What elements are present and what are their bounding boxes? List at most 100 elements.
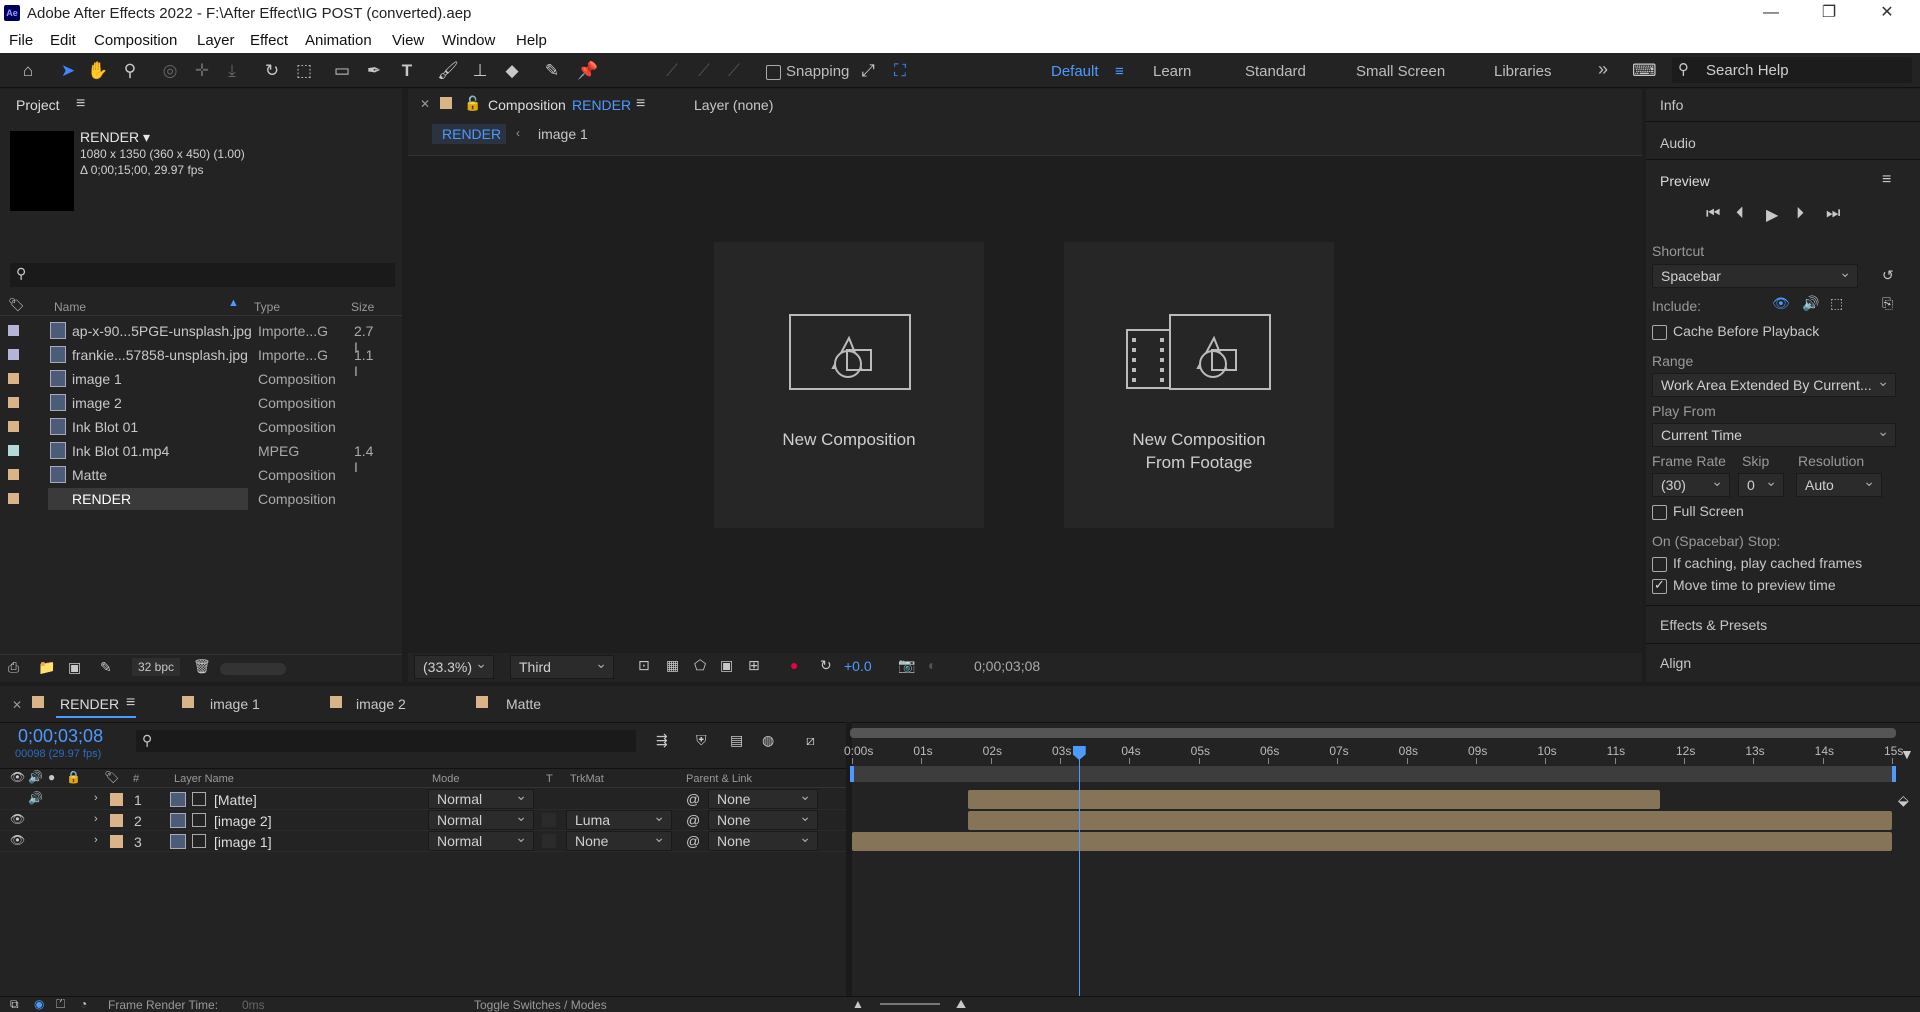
- delete-icon[interactable]: 🗑: [193, 658, 211, 675]
- menu-file[interactable]: File: [9, 32, 33, 49]
- layer-row[interactable]: 👁 › 3 [image 1] Normal None @ None: [0, 828, 846, 852]
- layer-label-color[interactable]: [110, 814, 123, 827]
- play-from-dropdown[interactable]: Current Time: [1652, 420, 1896, 447]
- menu-help[interactable]: Help: [516, 32, 547, 49]
- clone-stamp-tool-icon[interactable]: ⊥: [468, 59, 492, 83]
- project-item[interactable]: Ink Blot 01.mp4 MPEG 1.4 I: [0, 439, 380, 475]
- next-frame-icon[interactable]: ⏵: [1796, 205, 1804, 223]
- solo-column-icon[interactable]: ●: [48, 770, 55, 784]
- type-tool-icon[interactable]: T: [395, 59, 419, 83]
- item-label-color[interactable]: [8, 349, 19, 360]
- align-tab[interactable]: Align: [1660, 655, 1691, 671]
- move-time-checkbox[interactable]: [1652, 577, 1667, 594]
- range-dropdown[interactable]: Work Area Extended By Current...: [1652, 370, 1896, 397]
- playhead[interactable]: [1072, 746, 1086, 1012]
- zoom-in-icon[interactable]: ⛰: [956, 997, 966, 1012]
- col-layer-name[interactable]: Layer Name: [174, 773, 234, 785]
- brush-tool-icon[interactable]: 🖌: [436, 59, 460, 83]
- adjust-settings-icon[interactable]: ✎: [100, 659, 112, 676]
- workspace-libraries[interactable]: Libraries: [1494, 63, 1552, 80]
- zoom-tool-icon[interactable]: ⚲: [118, 59, 142, 83]
- include-video-icon[interactable]: 👁: [1772, 295, 1790, 312]
- layer-mode-dropdown[interactable]: Normal: [428, 786, 534, 809]
- previous-frame-icon[interactable]: ⏴: [1736, 205, 1744, 223]
- workspace-small-screen[interactable]: Small Screen: [1356, 63, 1445, 80]
- layer-duration-bar[interactable]: [967, 811, 1892, 830]
- viewer-menu-icon[interactable]: ≡: [636, 95, 645, 113]
- layer-label-color[interactable]: [110, 835, 123, 848]
- layer-mode-dropdown[interactable]: Normal: [428, 828, 534, 851]
- col-size[interactable]: Size: [351, 300, 374, 314]
- exposure-value[interactable]: +0.0: [844, 658, 872, 674]
- parent-dropdown[interactable]: None: [708, 828, 818, 851]
- local-axis-icon[interactable]: ⟋: [660, 59, 684, 83]
- parent-pickwhip-icon[interactable]: @: [686, 833, 700, 849]
- lock-icon[interactable]: 🔓: [464, 95, 481, 112]
- comp-tab-name[interactable]: RENDER: [572, 97, 631, 113]
- timeline-menu-icon[interactable]: ≡: [126, 694, 135, 712]
- magnification-dropdown[interactable]: (33.3%): [414, 652, 494, 679]
- move-time-option[interactable]: Move time to preview time: [1652, 577, 1836, 594]
- expand-chevron-icon[interactable]: ›: [94, 792, 98, 804]
- work-area-bar[interactable]: [850, 766, 1896, 782]
- item-label-color[interactable]: [8, 421, 19, 432]
- if-caching-option[interactable]: If caching, play cached frames: [1652, 555, 1862, 572]
- transparency-grid-icon[interactable]: ▦: [666, 657, 679, 674]
- first-frame-icon[interactable]: ⏮: [1706, 205, 1720, 223]
- if-caching-checkbox[interactable]: [1652, 556, 1667, 572]
- time-ruler[interactable]: 0:00s 01s 02s 03s 04s 05s 06s 07s 08s 09s 10s 11s 12…: [844, 738, 1903, 764]
- timeline-tab-matte[interactable]: Matte: [506, 696, 541, 712]
- workspace-default[interactable]: Default: [1051, 63, 1099, 80]
- lock-column-icon[interactable]: 🔒: [66, 770, 81, 784]
- preview-menu-icon[interactable]: ≡: [1882, 171, 1891, 189]
- project-item[interactable]: image 1 Composition: [0, 367, 380, 391]
- project-panel-menu-icon[interactable]: ≡: [76, 95, 85, 113]
- fast-previews-icon[interactable]: ⊡: [638, 657, 650, 674]
- project-item[interactable]: image 2 Composition: [0, 391, 380, 415]
- info-panel-tab[interactable]: Info: [1660, 97, 1683, 113]
- layer-name[interactable]: [image 1]: [214, 834, 272, 850]
- trkmat-dropdown[interactable]: None: [566, 828, 672, 851]
- layer-row[interactable]: 🔊 › 1 [Matte] Normal @ None: [0, 786, 846, 810]
- menu-composition[interactable]: Composition: [94, 32, 177, 49]
- new-folder-icon[interactable]: 📁: [38, 659, 55, 676]
- comp-end-marker-icon[interactable]: ▼: [1900, 746, 1914, 762]
- label-column-icon[interactable]: 🏷: [8, 297, 25, 313]
- frame-rate-dropdown[interactable]: (30): [1652, 470, 1730, 497]
- full-screen-option[interactable]: Full Screen: [1652, 503, 1744, 520]
- roto-brush-tool-icon[interactable]: ✎: [540, 59, 564, 83]
- current-timecode[interactable]: 0;00;03;08: [18, 726, 103, 747]
- snap-features-icon[interactable]: ⛶: [888, 59, 912, 83]
- col-name[interactable]: Name: [54, 300, 86, 314]
- close-button[interactable]: ✕: [1866, 2, 1908, 26]
- puppet-pin-tool-icon[interactable]: 📌: [576, 59, 600, 83]
- item-label-color[interactable]: [8, 469, 19, 480]
- parent-dropdown[interactable]: None: [708, 807, 818, 830]
- toggle-switches-modes[interactable]: Toggle Switches / Modes: [474, 998, 607, 1012]
- audio-column-icon[interactable]: 🔊: [28, 770, 43, 784]
- item-label-color[interactable]: [8, 325, 19, 336]
- expand-chevron-icon[interactable]: ›: [94, 834, 98, 846]
- project-item[interactable]: ap-x-90...5PGE-unsplash.jpg Importe...G 2.…: [0, 319, 380, 355]
- snapshot-camera-icon[interactable]: 📷: [898, 657, 915, 674]
- workspace-menu-icon[interactable]: ≡: [1115, 63, 1124, 80]
- grid-guides-icon[interactable]: ⊞: [748, 657, 760, 674]
- viewer-canvas[interactable]: New Composition New Composition From Foo…: [408, 156, 1642, 653]
- skip-dropdown[interactable]: 0: [1738, 470, 1784, 497]
- eraser-tool-icon[interactable]: ◆: [500, 59, 524, 83]
- timeline-search-input[interactable]: ⚲: [136, 730, 636, 752]
- motion-blur-icon[interactable]: ◍: [762, 732, 774, 749]
- parent-dropdown[interactable]: None: [708, 786, 818, 809]
- shortcut-dropdown[interactable]: Spacebar: [1652, 261, 1858, 288]
- preserve-transparency-toggle[interactable]: [542, 834, 556, 848]
- item-label-color[interactable]: [8, 493, 19, 504]
- layer-duration-bar[interactable]: [967, 790, 1660, 809]
- zoom-slider[interactable]: [880, 1003, 940, 1005]
- project-item[interactable]: Matte Composition: [0, 463, 380, 487]
- interpret-footage-icon[interactable]: ⎙: [8, 659, 19, 676]
- layer-label-color[interactable]: [110, 793, 123, 806]
- dolly-tool-icon[interactable]: ⤓: [220, 59, 244, 83]
- close-tab-icon[interactable]: ✕: [420, 97, 430, 111]
- comp-name[interactable]: RENDER ▾: [80, 129, 150, 146]
- cache-before-playback-option[interactable]: Cache Before Playback: [1652, 323, 1819, 340]
